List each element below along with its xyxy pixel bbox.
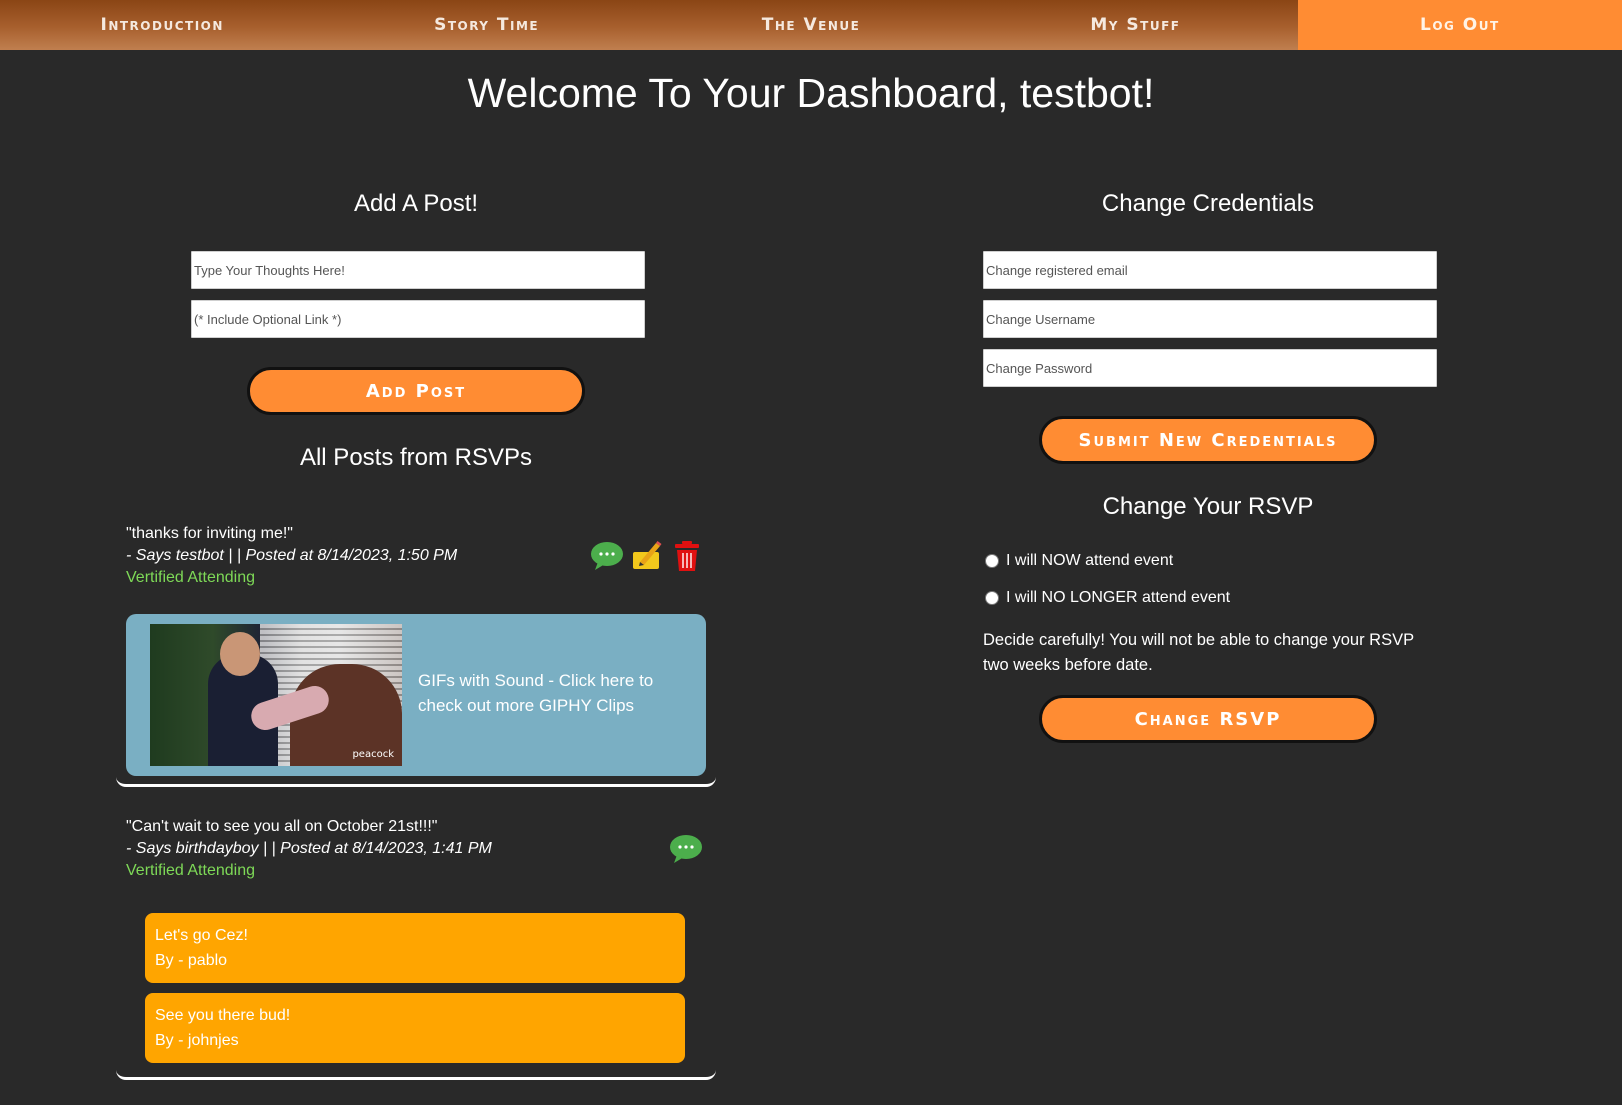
nav-log-out[interactable]: Log Out xyxy=(1297,0,1622,50)
all-posts-heading: All Posts from RSVPs xyxy=(299,444,533,471)
attend-radio-label[interactable]: I will NOW attend event xyxy=(1006,552,1173,570)
username-field[interactable] xyxy=(983,300,1437,338)
add-post-button[interactable]: Add Post xyxy=(247,367,585,415)
post-quote: "Can't wait to see you all on October 21… xyxy=(126,818,438,835)
post-card: "Can't wait to see you all on October 21… xyxy=(116,813,716,1080)
rsvp-option-attend[interactable]: I will NOW attend event xyxy=(985,552,1173,570)
giphy-thumbnail[interactable]: peacock xyxy=(150,624,402,766)
comment-author: By - johnjes xyxy=(155,1032,239,1049)
change-rsvp-button[interactable]: Change RSVP xyxy=(1039,695,1377,743)
password-field[interactable] xyxy=(983,349,1437,387)
giphy-link[interactable]: GIFs with Sound - Click here to check ou… xyxy=(418,668,678,718)
attend-radio[interactable] xyxy=(985,554,999,568)
email-field[interactable] xyxy=(983,251,1437,289)
post-meta: - Says testbot | | Posted at 8/14/2023, … xyxy=(126,547,458,564)
comment-text: See you there bud! xyxy=(155,1007,291,1024)
comment-card: Let's go Cez! By - pablo xyxy=(145,913,685,983)
attending-status: Vertified Attending xyxy=(126,862,255,879)
nav-my-stuff[interactable]: My Stuff xyxy=(973,0,1297,50)
thoughts-input[interactable] xyxy=(191,251,645,289)
not-attend-radio[interactable] xyxy=(985,591,999,605)
optional-link-input[interactable] xyxy=(191,300,645,338)
rsvp-option-not-attend[interactable]: I will NO LONGER attend event xyxy=(985,589,1230,607)
not-attend-radio-label[interactable]: I will NO LONGER attend event xyxy=(1006,589,1230,607)
nav-story-time[interactable]: Story Time xyxy=(324,0,648,50)
comment-icon[interactable] xyxy=(669,833,703,865)
post-card: "thanks for inviting me!" - Says testbot… xyxy=(116,520,716,787)
comment-card: See you there bud! By - johnjes xyxy=(145,993,685,1063)
edit-icon[interactable] xyxy=(630,540,664,572)
nav-introduction[interactable]: Introduction xyxy=(0,0,324,50)
rsvp-warning: Decide carefully! You will not be able t… xyxy=(983,631,1414,674)
comment-icon[interactable] xyxy=(590,540,624,572)
attending-status: Vertified Attending xyxy=(126,569,255,586)
trash-icon[interactable] xyxy=(670,540,704,572)
page-title: Welcome To Your Dashboard, testbot! xyxy=(467,70,1155,116)
change-credentials-heading: Change Credentials xyxy=(1101,190,1315,217)
comment-author: By - pablo xyxy=(155,952,228,969)
giphy-watermark: peacock xyxy=(352,749,394,760)
thumbnail-head xyxy=(220,632,260,676)
nav-the-venue[interactable]: The Venue xyxy=(649,0,973,50)
giphy-embed[interactable]: peacock GIFs with Sound - Click here to … xyxy=(126,614,706,776)
change-rsvp-heading: Change Your RSVP xyxy=(1102,493,1314,520)
post-quote: "thanks for inviting me!" xyxy=(126,525,293,542)
submit-credentials-button[interactable]: Submit New Credentials xyxy=(1039,416,1377,464)
add-post-heading: Add A Post! xyxy=(353,190,479,217)
comment-text: Let's go Cez! xyxy=(155,927,248,944)
post-meta: - Says birthdayboy | | Posted at 8/14/20… xyxy=(126,840,492,857)
top-nav: Introduction Story Time The Venue My Stu… xyxy=(0,0,1622,50)
